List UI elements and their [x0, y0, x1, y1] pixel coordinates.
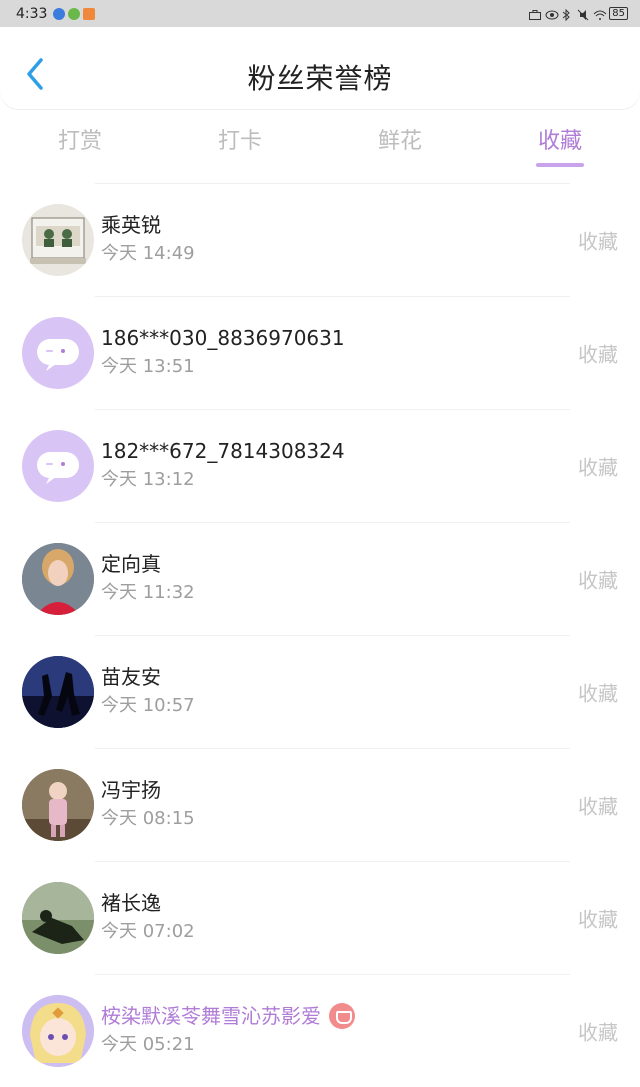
favorite-label: 收藏 — [578, 1020, 618, 1044]
tab-favorites[interactable]: 收藏 — [480, 115, 640, 170]
list-item[interactable]: 182***672_7814308324 今天 13:12 收藏 — [0, 409, 640, 522]
avatar — [22, 429, 94, 502]
timestamp: 今天 13:12 — [101, 468, 195, 490]
list-item[interactable]: 乘英锐 今天 14:49 收藏 — [0, 183, 640, 296]
fan-list: 乘英锐 今天 14:49 收藏 186***030_8836970631 今天 … — [0, 183, 640, 1087]
timestamp: 今天 13:51 — [101, 355, 195, 377]
list-item[interactable]: 冯宇扬 今天 08:15 收藏 — [0, 748, 640, 861]
favorite-label: 收藏 — [578, 681, 618, 705]
app-notification-icon — [53, 7, 66, 20]
list-item[interactable]: 苗友安 今天 10:57 收藏 — [0, 635, 640, 748]
user-name: 186***030_8836970631 — [101, 325, 345, 350]
tab-checkin[interactable]: 打卡 — [160, 115, 320, 170]
eye-icon — [545, 9, 559, 19]
timestamp: 今天 08:15 — [101, 807, 195, 829]
avatar — [22, 316, 94, 389]
status-icons: 85 — [529, 7, 628, 21]
timestamp: 今天 14:49 — [101, 242, 195, 264]
favorite-label: 收藏 — [578, 455, 618, 479]
battery-indicator: 85 — [609, 7, 628, 20]
timestamp: 今天 05:21 — [101, 1033, 195, 1055]
list-item[interactable]: 定向真 今天 11:32 收藏 — [0, 522, 640, 635]
user-name: 定向真 — [101, 551, 161, 576]
user-name: 乘英锐 — [101, 212, 161, 237]
user-name: 褚长逸 — [101, 890, 161, 915]
avatar — [22, 881, 94, 954]
tab-reward[interactable]: 打赏 — [0, 115, 160, 170]
wifi-icon — [593, 9, 607, 20]
app-notification-icon — [68, 7, 81, 20]
diamond-badge-icon — [329, 1002, 355, 1029]
tab-bar: 打赏 打卡 鲜花 收藏 — [0, 115, 640, 170]
favorite-label: 收藏 — [578, 342, 618, 366]
avatar — [22, 768, 94, 841]
user-name: 182***672_7814308324 — [101, 438, 345, 463]
avatar — [22, 542, 94, 615]
app-header: 粉丝荣誉榜 — [0, 27, 640, 109]
avatar — [22, 203, 94, 276]
timestamp: 今天 11:32 — [101, 581, 195, 603]
user-name-text: 桉染默溪苓舞雪沁苏影爱 — [101, 1003, 321, 1028]
user-name: 苗友安 — [101, 664, 161, 689]
user-name: 桉染默溪苓舞雪沁苏影爱 — [101, 1002, 640, 1030]
favorite-label: 收藏 — [578, 794, 618, 818]
chat-bubble-icon — [37, 451, 79, 484]
bluetooth-icon — [561, 8, 573, 21]
play-notification-icon — [83, 7, 96, 20]
mute-icon — [577, 9, 589, 20]
timestamp: 今天 10:57 — [101, 694, 195, 716]
list-item[interactable]: 桉染默溪苓舞雪沁苏影爱 今天 05:21 收藏 — [0, 974, 640, 1087]
avatar — [22, 994, 94, 1067]
avatar — [22, 655, 94, 728]
favorite-label: 收藏 — [578, 229, 618, 253]
briefcase-icon — [529, 9, 542, 20]
status-time: 4:33 — [16, 5, 48, 22]
favorite-label: 收藏 — [578, 568, 618, 592]
list-item[interactable]: 褚长逸 今天 07:02 收藏 — [0, 861, 640, 974]
favorite-label: 收藏 — [578, 907, 618, 931]
timestamp: 今天 07:02 — [101, 920, 195, 942]
page-title: 粉丝荣誉榜 — [247, 62, 393, 95]
list-item[interactable]: 186***030_8836970631 今天 13:51 收藏 — [0, 296, 640, 409]
tab-flowers[interactable]: 鲜花 — [320, 115, 480, 170]
chat-bubble-icon — [37, 338, 79, 371]
user-name: 冯宇扬 — [101, 777, 161, 802]
status-bar: 4:33 85 — [0, 0, 640, 27]
